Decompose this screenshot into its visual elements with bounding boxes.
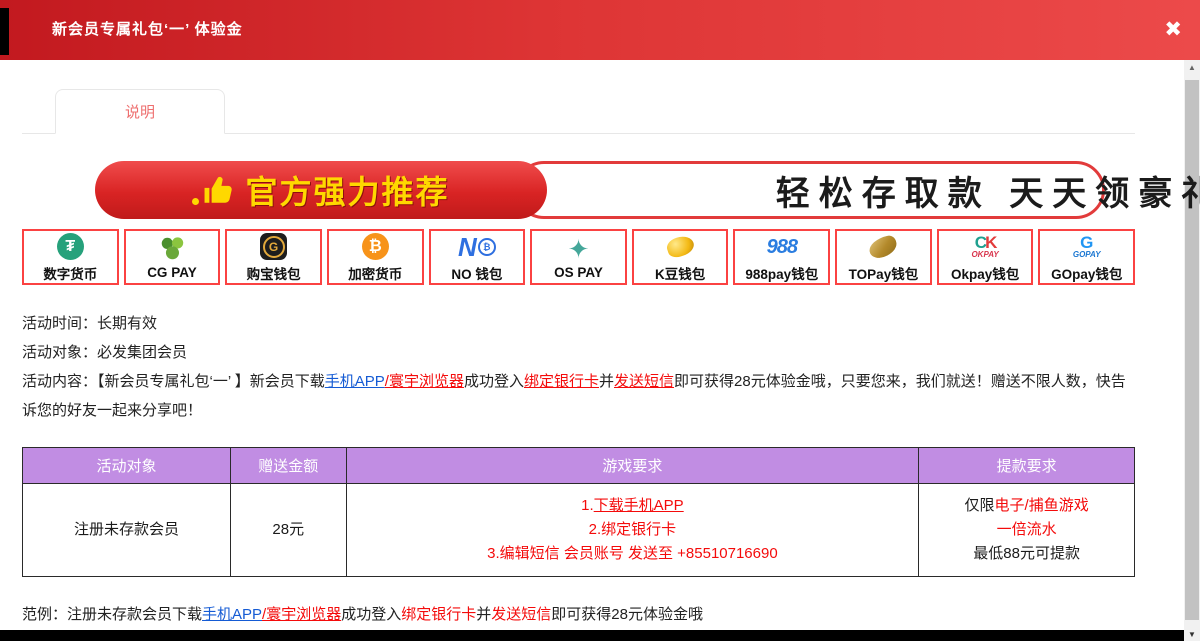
promo-info: 活动时间：长期有效 活动对象：必发集团会员 活动内容：【新会员专属礼包‘一’ 】… [22, 309, 1135, 425]
close-icon[interactable]: ✖ [1164, 0, 1182, 60]
col-target: 活动对象 [23, 448, 231, 484]
gold-swoosh-icon [868, 234, 900, 259]
thumbs-up-icon [192, 173, 235, 207]
banner-left-text: 官方强力推荐 [245, 167, 449, 213]
example-line: 范例：注册未存款会员下载手机APP/寰宇浏览器成功登入绑定银行卡并发送短信即可获… [22, 603, 1135, 624]
table-header-row: 活动对象 赠送金额 游戏要求 提款要求 [23, 448, 1135, 484]
scrollbar[interactable]: ▲ ▼ [1184, 60, 1200, 641]
cell-game-req: 1.下载手机APP 2.绑定银行卡 3.编辑短信 会员账号 发送至 +85510… [346, 484, 919, 577]
browser-link[interactable]: /寰宇浏览器 [385, 373, 464, 390]
banner-slogan-box: 轻松存取款 天天领豪礼 [515, 161, 1105, 219]
bitcoin-icon: ₿ [362, 233, 389, 260]
clover-icon [158, 234, 186, 264]
bind-bank-link[interactable]: 绑定银行卡 [524, 373, 599, 390]
tether-icon: ₮ [57, 233, 84, 260]
example-app-link[interactable]: 手机APP [202, 606, 262, 623]
payment-kdou-wallet[interactable]: K豆钱包 [632, 229, 729, 285]
info-line-content: 活动内容：【新会员专属礼包‘一’ 】新会员下载手机APP/寰宇浏览器成功登入绑定… [22, 367, 1135, 425]
example-browser-link[interactable]: /寰宇浏览器 [262, 606, 341, 623]
cell-withdraw-req: 仅限电子/捕鱼游戏 一倍流水 最低88元可提款 [919, 484, 1135, 577]
modal-title: 新会员专属礼包‘一’ 体验金 [52, 0, 243, 60]
scrollbar-thumb[interactable] [1185, 80, 1199, 620]
tab-bar: 说明 [22, 88, 1135, 134]
payment-crypto[interactable]: ₿ 加密货币 [327, 229, 424, 285]
payment-methods-row: ₮ 数字货币 CG PAY G 购宝钱包 ₿ 加密货币 [22, 229, 1135, 285]
scroll-up-icon[interactable]: ▲ [1184, 60, 1200, 76]
tab-description-label: 说明 [125, 101, 155, 122]
download-app-link[interactable]: 下载手机APP [594, 497, 684, 514]
tab-description[interactable]: 说明 [55, 89, 225, 134]
banner-right-text: 轻松存取款 天天领豪礼 [908, 164, 1092, 216]
modal-content: 说明 官方强力推荐 轻松存取款 天天领豪礼 ₮ 数字货币 [0, 60, 1200, 630]
info-line-target: 活动对象：必发集团会员 [22, 338, 1135, 367]
send-sms-link[interactable]: 发送短信 [614, 373, 674, 390]
gopay-icon: G GOPAY [1073, 234, 1101, 259]
sparkle-icon: ✦ [568, 236, 590, 262]
scroll-down-icon[interactable]: ▼ [1184, 630, 1200, 639]
promo-banner: 官方强力推荐 轻松存取款 天天领豪礼 [95, 161, 1105, 219]
payment-ospay[interactable]: ✦ OS PAY [530, 229, 627, 285]
payment-goubao-wallet[interactable]: G 购宝钱包 [225, 229, 322, 285]
payment-no-wallet[interactable]: N₿ NO 钱包 [429, 229, 526, 285]
no-wallet-icon: N₿ [458, 232, 496, 262]
col-withdraw-req: 提款要求 [919, 448, 1135, 484]
promo-table: 活动对象 赠送金额 游戏要求 提款要求 注册未存款会员 28元 1.下载手机AP… [22, 447, 1135, 577]
banner-recommend-pill: 官方强力推荐 [95, 161, 547, 219]
okpay-icon: CK OKPAY [971, 234, 998, 259]
goubao-icon: G [260, 233, 287, 260]
header-notch [0, 8, 9, 55]
payment-digital-currency[interactable]: ₮ 数字货币 [22, 229, 119, 285]
cell-target: 注册未存款会员 [23, 484, 231, 577]
modal-header: 新会员专属礼包‘一’ 体验金 ✖ [0, 0, 1200, 60]
gold-bean-icon [664, 233, 696, 259]
payment-gopay[interactable]: G GOPAY GOpay钱包 [1038, 229, 1135, 285]
988-icon: 988 [767, 237, 797, 257]
bottom-black-bar [0, 630, 1174, 641]
col-amount: 赠送金额 [230, 448, 346, 484]
app-link[interactable]: 手机APP [325, 373, 385, 390]
payment-cgpay[interactable]: CG PAY [124, 229, 221, 285]
cell-amount: 28元 [230, 484, 346, 577]
col-game-req: 游戏要求 [346, 448, 919, 484]
payment-988pay[interactable]: 988 988pay钱包 [733, 229, 830, 285]
table-row: 注册未存款会员 28元 1.下载手机APP 2.绑定银行卡 3.编辑短信 会员账… [23, 484, 1135, 577]
payment-topay[interactable]: TOPay钱包 [835, 229, 932, 285]
info-line-time: 活动时间：长期有效 [22, 309, 1135, 338]
promo-modal: 新会员专属礼包‘一’ 体验金 ✖ 说明 官方强力推荐 轻松存取款 天天领豪礼 [0, 0, 1200, 630]
payment-okpay[interactable]: CK OKPAY Okpay钱包 [937, 229, 1034, 285]
